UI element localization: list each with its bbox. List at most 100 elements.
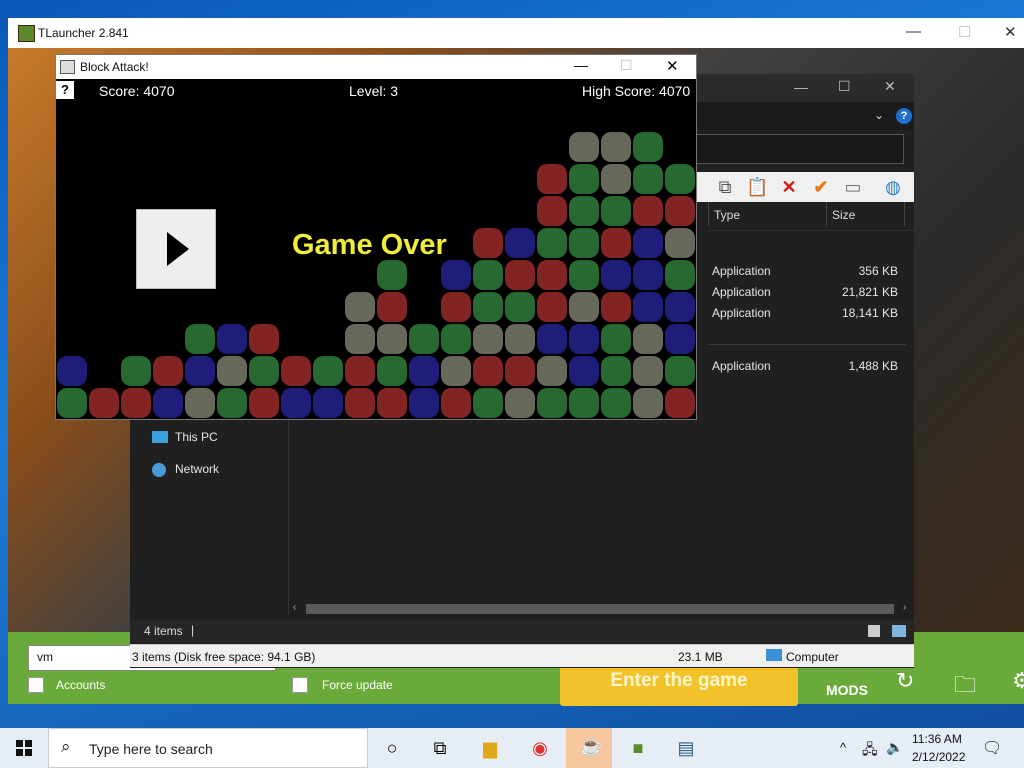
game-block[interactable]: [505, 388, 535, 418]
globe-icon[interactable]: ◍: [882, 176, 904, 198]
game-block[interactable]: [345, 388, 375, 418]
game-block[interactable]: [569, 228, 599, 258]
game-block[interactable]: [441, 324, 471, 354]
game-block[interactable]: [377, 324, 407, 354]
clock-time[interactable]: 11:36 AM: [912, 732, 962, 746]
game-block[interactable]: [345, 324, 375, 354]
task-view-icon[interactable]: ⧉: [426, 734, 454, 762]
game-block[interactable]: [185, 356, 215, 386]
game-block[interactable]: [601, 164, 631, 194]
game-block[interactable]: [569, 196, 599, 226]
game-block[interactable]: [665, 356, 695, 386]
game-block[interactable]: [409, 356, 439, 386]
game-block[interactable]: [249, 324, 279, 354]
game-block[interactable]: [473, 356, 503, 386]
game-block[interactable]: [569, 356, 599, 386]
game-block[interactable]: [473, 324, 503, 354]
game-block[interactable]: [249, 356, 279, 386]
game-block[interactable]: [537, 164, 567, 194]
game-block[interactable]: [345, 292, 375, 322]
delete-icon[interactable]: ✕: [778, 176, 800, 198]
column-divider[interactable]: [904, 202, 905, 226]
file-row[interactable]: Application 18,141 KB: [708, 303, 906, 323]
help-button[interactable]: ?: [56, 81, 74, 99]
game-block[interactable]: [569, 260, 599, 290]
game-block[interactable]: [409, 388, 439, 418]
game-block[interactable]: [537, 196, 567, 226]
window-app-taskbar-icon[interactable]: ▤: [672, 734, 700, 762]
horizontal-scrollbar[interactable]: ‹ ›: [290, 602, 914, 616]
game-block[interactable]: [281, 388, 311, 418]
address-bar[interactable]: [692, 134, 904, 164]
game-block[interactable]: [601, 324, 631, 354]
force-update-checkbox[interactable]: [292, 677, 308, 693]
game-block[interactable]: [441, 260, 471, 290]
game-block[interactable]: [633, 260, 663, 290]
game-block[interactable]: [505, 324, 535, 354]
nav-item-network[interactable]: Network: [152, 462, 282, 480]
game-block[interactable]: [569, 164, 599, 194]
details-view-icon[interactable]: [868, 625, 880, 637]
game-block[interactable]: [633, 324, 663, 354]
game-block[interactable]: [537, 260, 567, 290]
game-block[interactable]: [633, 356, 663, 386]
game-block[interactable]: [505, 228, 535, 258]
game-block[interactable]: [537, 388, 567, 418]
game-block[interactable]: [185, 388, 215, 418]
game-block[interactable]: [249, 388, 279, 418]
game-block[interactable]: [441, 292, 471, 322]
explorer-maximize-icon[interactable]: ☐: [838, 78, 851, 95]
game-block[interactable]: [377, 292, 407, 322]
game-block[interactable]: [665, 292, 695, 322]
windows-start-icon[interactable]: [16, 740, 32, 756]
column-divider[interactable]: [708, 202, 709, 226]
game-block[interactable]: [345, 356, 375, 386]
file-row[interactable]: Application 21,821 KB: [708, 282, 906, 302]
game-block[interactable]: [537, 228, 567, 258]
file-row[interactable]: Application 356 KB: [708, 261, 906, 281]
game-block[interactable]: [601, 388, 631, 418]
game-block[interactable]: [441, 356, 471, 386]
game-block[interactable]: [633, 388, 663, 418]
minimize-icon[interactable]: —: [574, 57, 588, 73]
game-block[interactable]: [217, 356, 247, 386]
game-block[interactable]: [153, 388, 183, 418]
copy-icon[interactable]: ⧉: [714, 176, 736, 198]
game-block[interactable]: [473, 388, 503, 418]
game-block[interactable]: [633, 196, 663, 226]
paste-icon[interactable]: 📋: [746, 176, 768, 198]
accounts-checkbox[interactable]: [28, 677, 44, 693]
game-block[interactable]: [601, 196, 631, 226]
settings-icon[interactable]: ⚙: [1012, 668, 1024, 694]
show-hidden-icons[interactable]: ^: [840, 740, 846, 755]
play-button[interactable]: [136, 209, 216, 289]
checkmark-icon[interactable]: ✔: [810, 176, 832, 198]
game-block[interactable]: [377, 356, 407, 386]
scroll-left-icon[interactable]: ‹: [293, 602, 296, 613]
explorer-minimize-icon[interactable]: —: [794, 79, 808, 95]
column-divider[interactable]: [826, 202, 827, 226]
game-block[interactable]: [601, 228, 631, 258]
game-block[interactable]: [89, 388, 119, 418]
minimize-icon[interactable]: —: [906, 23, 921, 40]
maximize-icon[interactable]: ☐: [620, 57, 633, 74]
game-block[interactable]: [57, 388, 87, 418]
explorer-close-icon[interactable]: ✕: [884, 78, 896, 95]
game-block[interactable]: [57, 356, 87, 386]
game-block[interactable]: [601, 260, 631, 290]
clock-date[interactable]: 2/12/2022: [912, 750, 965, 764]
game-block[interactable]: [313, 356, 343, 386]
maximize-icon[interactable]: ☐: [958, 23, 971, 41]
game-block[interactable]: [601, 292, 631, 322]
game-block[interactable]: [601, 132, 631, 162]
game-block[interactable]: [665, 324, 695, 354]
game-block[interactable]: [665, 228, 695, 258]
cortana-icon[interactable]: ○: [378, 734, 406, 762]
game-block[interactable]: [409, 324, 439, 354]
volume-icon[interactable]: 🔈: [886, 739, 903, 756]
game-block[interactable]: [217, 388, 247, 418]
taskbar-search-box[interactable]: ⌕ Type here to search: [48, 728, 368, 768]
rename-icon[interactable]: ▭: [842, 176, 864, 198]
scrollbar-thumb[interactable]: [306, 604, 894, 614]
game-block[interactable]: [633, 132, 663, 162]
